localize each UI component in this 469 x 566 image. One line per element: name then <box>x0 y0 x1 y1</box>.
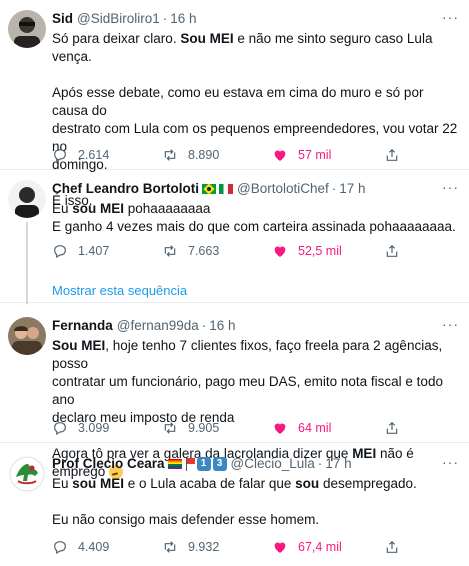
heart-icon <box>274 542 286 553</box>
tweet[interactable]: Prof Clecio Ceara 1 3 @Clecio_Lula · 17 … <box>0 443 469 566</box>
share-button[interactable] <box>384 420 410 436</box>
retweet-button[interactable]: 9.905 <box>162 419 272 437</box>
like-button[interactable]: 52,5 mil <box>272 242 384 260</box>
avatar[interactable] <box>8 455 46 493</box>
retweet-icon <box>164 149 176 161</box>
rainbow-flag-icon <box>167 459 182 469</box>
tweet-actions: 2.614 8.890 57 mil <box>52 146 469 164</box>
brazil-flag-icon <box>202 183 216 195</box>
retweet-button[interactable]: 8.890 <box>162 146 272 164</box>
like-count: 64 mil <box>298 421 332 435</box>
share-icon <box>386 148 398 161</box>
tweet-header: Sid @SidBiroliro1 · 16 h <box>52 10 459 28</box>
more-icon[interactable]: ··· <box>442 8 459 26</box>
avatar[interactable] <box>8 180 46 218</box>
display-name[interactable]: Prof Clecio Ceara <box>52 455 165 473</box>
reply-count: 3.099 <box>78 421 110 435</box>
tweet[interactable]: Sid @SidBiroliro1 · 16 h Só para deixar … <box>0 0 469 208</box>
retweet-count: 9.932 <box>188 540 220 554</box>
retweet-count: 8.890 <box>188 148 220 162</box>
reply-count: 1.407 <box>78 244 110 258</box>
italy-flag-icon <box>219 184 233 194</box>
reply-count: 4.409 <box>78 540 110 554</box>
more-icon[interactable]: ··· <box>442 453 459 471</box>
tweet-line: Sou MEI, hoje tenho 7 clientes fixos, fa… <box>52 338 443 371</box>
share-button[interactable] <box>384 243 410 259</box>
like-button[interactable]: 57 mil <box>272 146 384 164</box>
retweet-icon <box>164 245 176 257</box>
tweet-line: Eu não consigo mais defender esse homem. <box>52 512 320 527</box>
tweet-line: contratar um funcionário, pago meu DAS, … <box>52 374 443 407</box>
user-handle[interactable]: @SidBiroliro1 <box>77 10 160 28</box>
timestamp[interactable]: 17 h <box>325 455 351 473</box>
retweet-count: 7.663 <box>188 244 220 258</box>
like-count: 67,4 mil <box>298 540 342 554</box>
display-name[interactable]: Fernanda <box>52 317 113 335</box>
reply-icon <box>54 245 66 259</box>
retweet-count: 9.905 <box>188 421 220 435</box>
tweet-text: Eu sou MEI pohaaaaaaaa E ganho 4 vezes m… <box>52 200 459 236</box>
avatar[interactable] <box>8 317 46 355</box>
heart-icon <box>274 150 286 161</box>
retweet-button[interactable]: 9.932 <box>162 538 272 556</box>
reply-count: 2.614 <box>78 148 110 162</box>
share-button[interactable] <box>384 539 410 555</box>
more-icon[interactable]: ··· <box>442 315 459 333</box>
heart-icon <box>274 246 286 257</box>
tweet-text: Eu sou MEI e o Lula acaba de falar que s… <box>52 475 459 529</box>
share-icon <box>386 540 398 553</box>
timestamp[interactable]: 16 h <box>170 10 196 28</box>
tweet[interactable]: Fernanda @fernan99da · 16 h Sou MEI, hoj… <box>0 303 469 480</box>
timestamp[interactable]: 16 h <box>209 317 235 335</box>
share-icon <box>386 421 398 434</box>
tweet-header: Fernanda @fernan99da · 16 h <box>52 317 459 335</box>
user-handle[interactable]: @Clecio_Lula <box>231 455 315 473</box>
like-count: 57 mil <box>298 148 332 162</box>
avatar[interactable] <box>8 10 46 48</box>
thread-line <box>26 222 28 304</box>
show-thread-link[interactable]: Mostrar esta sequência <box>52 282 187 300</box>
user-handle[interactable]: @BortolotiChef <box>237 180 329 198</box>
more-icon[interactable]: ··· <box>442 178 459 196</box>
retweet-icon <box>164 422 176 434</box>
share-button[interactable] <box>384 147 410 163</box>
timestamp[interactable]: 17 h <box>339 180 365 198</box>
like-count: 52,5 mil <box>298 244 342 258</box>
tweet-line: Eu sou MEI e o Lula acaba de falar que s… <box>52 476 417 491</box>
tweet-line: Após esse debate, como eu estava em cima… <box>52 85 424 118</box>
separator: · <box>201 318 207 333</box>
red-flag-icon <box>185 457 195 471</box>
reply-icon <box>54 422 66 436</box>
tweet-header: Chef Leandro Bortoloti @BortolotiChef · … <box>52 180 459 198</box>
tweet-actions: 4.409 9.932 67,4 mil <box>52 538 469 556</box>
tweet[interactable]: Chef Leandro Bortoloti @BortolotiChef · … <box>0 170 469 304</box>
share-icon <box>386 244 398 257</box>
tweet-line: Eu sou MEI pohaaaaaaaa <box>52 201 211 216</box>
tweet-header: Prof Clecio Ceara 1 3 @Clecio_Lula · 17 … <box>52 455 459 473</box>
reply-button[interactable]: 3.099 <box>52 419 162 437</box>
heart-icon <box>274 423 286 434</box>
retweet-icon <box>164 541 176 553</box>
retweet-button[interactable]: 7.663 <box>162 242 272 260</box>
like-button[interactable]: 67,4 mil <box>272 538 384 556</box>
display-name[interactable]: Sid <box>52 10 73 28</box>
tweet-actions: 1.407 7.663 52,5 mil <box>52 242 469 260</box>
reply-button[interactable]: 1.407 <box>52 242 162 260</box>
like-button[interactable]: 64 mil <box>272 419 384 437</box>
reply-icon <box>54 541 66 555</box>
tweet-feed: Sid @SidBiroliro1 · 16 h Só para deixar … <box>0 0 469 566</box>
tweet-line: Só para deixar claro. Sou MEI e não me s… <box>52 31 433 64</box>
user-handle[interactable]: @fernan99da <box>117 317 199 335</box>
separator: · <box>162 11 168 26</box>
reply-button[interactable]: 4.409 <box>52 538 162 556</box>
keycap-one-icon: 1 <box>196 457 211 471</box>
tweet-actions: 3.099 9.905 64 mil <box>52 419 469 437</box>
display-name[interactable]: Chef Leandro Bortoloti <box>52 180 199 198</box>
tweet-line: E ganho 4 vezes mais do que com carteira… <box>52 219 456 234</box>
keycap-three-icon: 3 <box>212 457 227 471</box>
reply-button[interactable]: 2.614 <box>52 146 162 164</box>
separator: · <box>317 456 323 471</box>
reply-icon <box>54 149 66 163</box>
separator: · <box>331 181 337 196</box>
